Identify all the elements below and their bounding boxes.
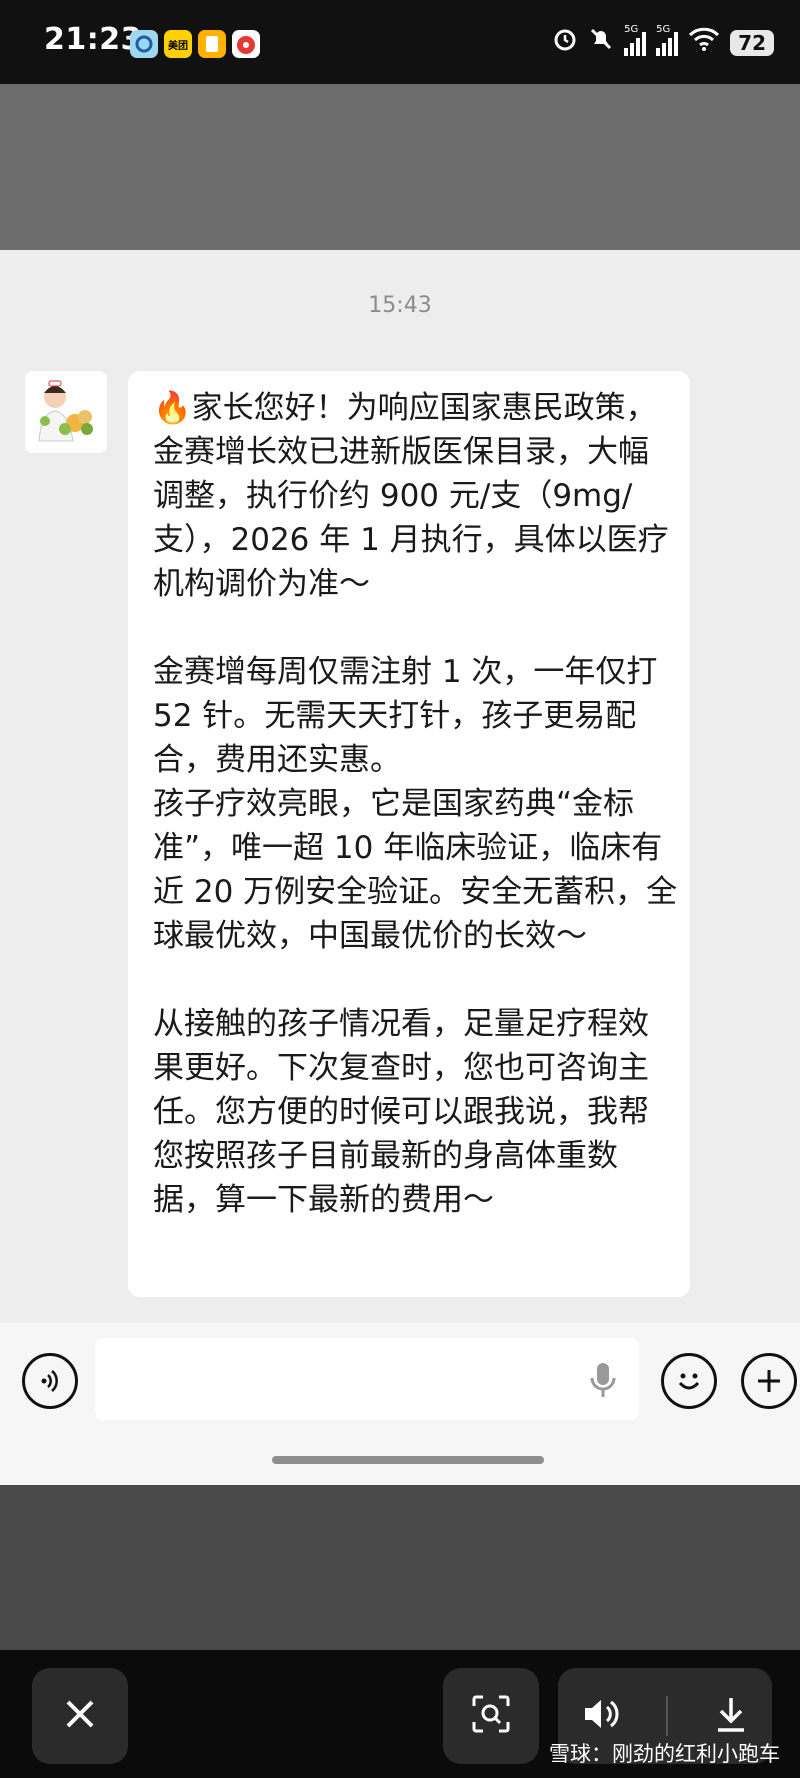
- mute-icon: [588, 26, 614, 59]
- qq-browser-icon: [130, 30, 158, 58]
- signal-icon-2: 5G: [656, 24, 679, 56]
- wifi-icon: [688, 26, 720, 59]
- status-bar: 21:23 美团 5G 5G 72: [0, 0, 800, 84]
- speaker-icon[interactable]: [581, 1696, 621, 1736]
- plus-icon[interactable]: [741, 1353, 797, 1409]
- status-time: 21:23: [44, 22, 142, 57]
- microphone-icon[interactable]: [588, 1360, 618, 1404]
- battery-level: 72: [730, 29, 774, 56]
- watermark-text: 雪球：刚劲的红利小跑车: [549, 1742, 780, 1766]
- scan-icon: [470, 1693, 512, 1739]
- dimmed-background-bottom: [0, 1485, 800, 1650]
- signal-icon-1: 5G: [624, 24, 647, 56]
- download-icon[interactable]: [713, 1694, 749, 1738]
- meituan-label: 美团: [168, 40, 188, 52]
- close-button[interactable]: [32, 1668, 128, 1764]
- dimmed-background-top: [0, 84, 800, 250]
- notes-icon: [198, 30, 226, 58]
- message-text: 🔥家长您好！为响应国家惠民政策，金赛增长效已进新版医保目录，大幅调整，执行价约 …: [153, 390, 678, 1218]
- signal-label-1: 5G: [624, 23, 639, 35]
- divider: [665, 1696, 668, 1736]
- signal-label-2: 5G: [656, 23, 671, 35]
- home-indicator[interactable]: [272, 1456, 544, 1464]
- message-timestamp: 15:43: [368, 293, 432, 318]
- clown-app-icon: [232, 30, 260, 58]
- scan-button[interactable]: [443, 1668, 539, 1764]
- message-input[interactable]: [95, 1338, 639, 1420]
- sender-avatar[interactable]: [25, 371, 107, 453]
- status-indicators: 5G 5G 72: [552, 24, 774, 59]
- alarm-icon: [552, 26, 578, 59]
- close-icon: [62, 1696, 98, 1736]
- voice-wave-icon[interactable]: [22, 1353, 78, 1409]
- meituan-icon: 美团: [164, 30, 192, 58]
- smile-icon[interactable]: [661, 1353, 717, 1409]
